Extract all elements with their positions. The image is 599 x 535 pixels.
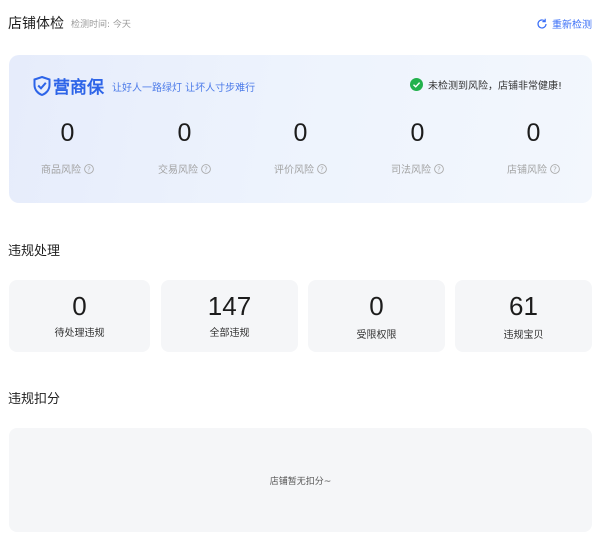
help-icon[interactable]: ? — [317, 163, 327, 174]
risk-item-review[interactable]: 0 评价风险 ? — [242, 117, 359, 176]
risk-item-judicial[interactable]: 0 司法风险 ? — [359, 117, 476, 176]
risk-item-product[interactable]: 0 商品风险 ? — [9, 117, 126, 176]
risk-item-store[interactable]: 0 店铺风险 ? — [475, 117, 592, 176]
risk-summary: 0 商品风险 ? 0 交易风险 ? 0 评价风险 ? 0 司法风险 ? 0 店铺… — [9, 117, 592, 187]
refresh-icon — [537, 18, 547, 29]
help-icon[interactable]: ? — [434, 163, 444, 174]
health-check-card: 营商保 让好人一路绿灯 让坏人寸步难行 未检测到风险，店铺非常健康! 0 商品风… — [9, 55, 592, 203]
deductions-panel: 店铺暂无扣分~ — [9, 428, 592, 532]
risk-count: 0 — [410, 119, 425, 147]
stat-value: 0 — [369, 291, 384, 321]
page-title: 店铺体检 — [8, 16, 64, 32]
health-status: 未检测到风险，店铺非常健康! — [409, 77, 562, 92]
stat-card-pending-violations[interactable]: 0 待处理违规 — [9, 280, 150, 352]
risk-count: 0 — [293, 119, 308, 147]
recheck-button[interactable]: 重新检测 — [536, 16, 592, 31]
recheck-label: 重新检测 — [552, 20, 592, 31]
risk-label: 交易风险 — [158, 165, 198, 176]
svg-text:?: ? — [553, 165, 557, 173]
deductions-section-title: 违规扣分 — [8, 392, 61, 407]
risk-label: 店铺风险 — [507, 165, 547, 176]
risk-item-transaction[interactable]: 0 交易风险 ? — [126, 117, 243, 176]
risk-label: 司法风险 — [391, 165, 431, 176]
brand-slogan: 让好人一路绿灯 让坏人寸步难行 — [112, 83, 256, 94]
stat-label: 待处理违规 — [54, 328, 105, 339]
check-time: 检测时间: 今天 — [71, 20, 131, 30]
risk-label: 商品风险 — [41, 165, 81, 176]
brand-name: 营商保 — [53, 78, 104, 98]
help-icon[interactable]: ? — [550, 163, 560, 174]
empty-state-message: 店铺暂无扣分~ — [269, 477, 332, 487]
brand-logo: 营商保 让好人一路绿灯 让坏人寸步难行 — [33, 73, 255, 98]
svg-text:?: ? — [320, 165, 324, 173]
svg-text:?: ? — [204, 165, 208, 173]
stat-card-all-violations[interactable]: 147 全部违规 — [161, 280, 298, 352]
stat-card-restricted-permissions[interactable]: 0 受限权限 — [308, 280, 445, 352]
violations-section-title: 违规处理 — [8, 244, 61, 259]
risk-count: 0 — [177, 119, 192, 147]
stat-label: 全部违规 — [209, 328, 250, 339]
stat-label: 受限权限 — [356, 330, 397, 341]
page-header: 店铺体检 检测时间: 今天 重新检测 — [8, 12, 594, 36]
help-icon[interactable]: ? — [201, 163, 211, 174]
stat-value: 0 — [72, 291, 87, 321]
stat-label: 违规宝贝 — [503, 330, 544, 341]
health-status-text: 未检测到风险，店铺非常健康! — [427, 81, 562, 92]
risk-count: 0 — [60, 119, 75, 147]
stat-card-violating-items[interactable]: 61 违规宝贝 — [455, 280, 592, 352]
shield-check-icon — [33, 75, 51, 96]
help-icon[interactable]: ? — [84, 163, 94, 174]
check-circle-icon — [409, 78, 423, 91]
svg-text:?: ? — [437, 165, 441, 173]
stat-value: 61 — [509, 291, 538, 321]
svg-text:?: ? — [87, 165, 91, 173]
stat-value: 147 — [207, 291, 252, 321]
risk-label: 评价风险 — [274, 165, 314, 176]
risk-count: 0 — [526, 119, 541, 147]
